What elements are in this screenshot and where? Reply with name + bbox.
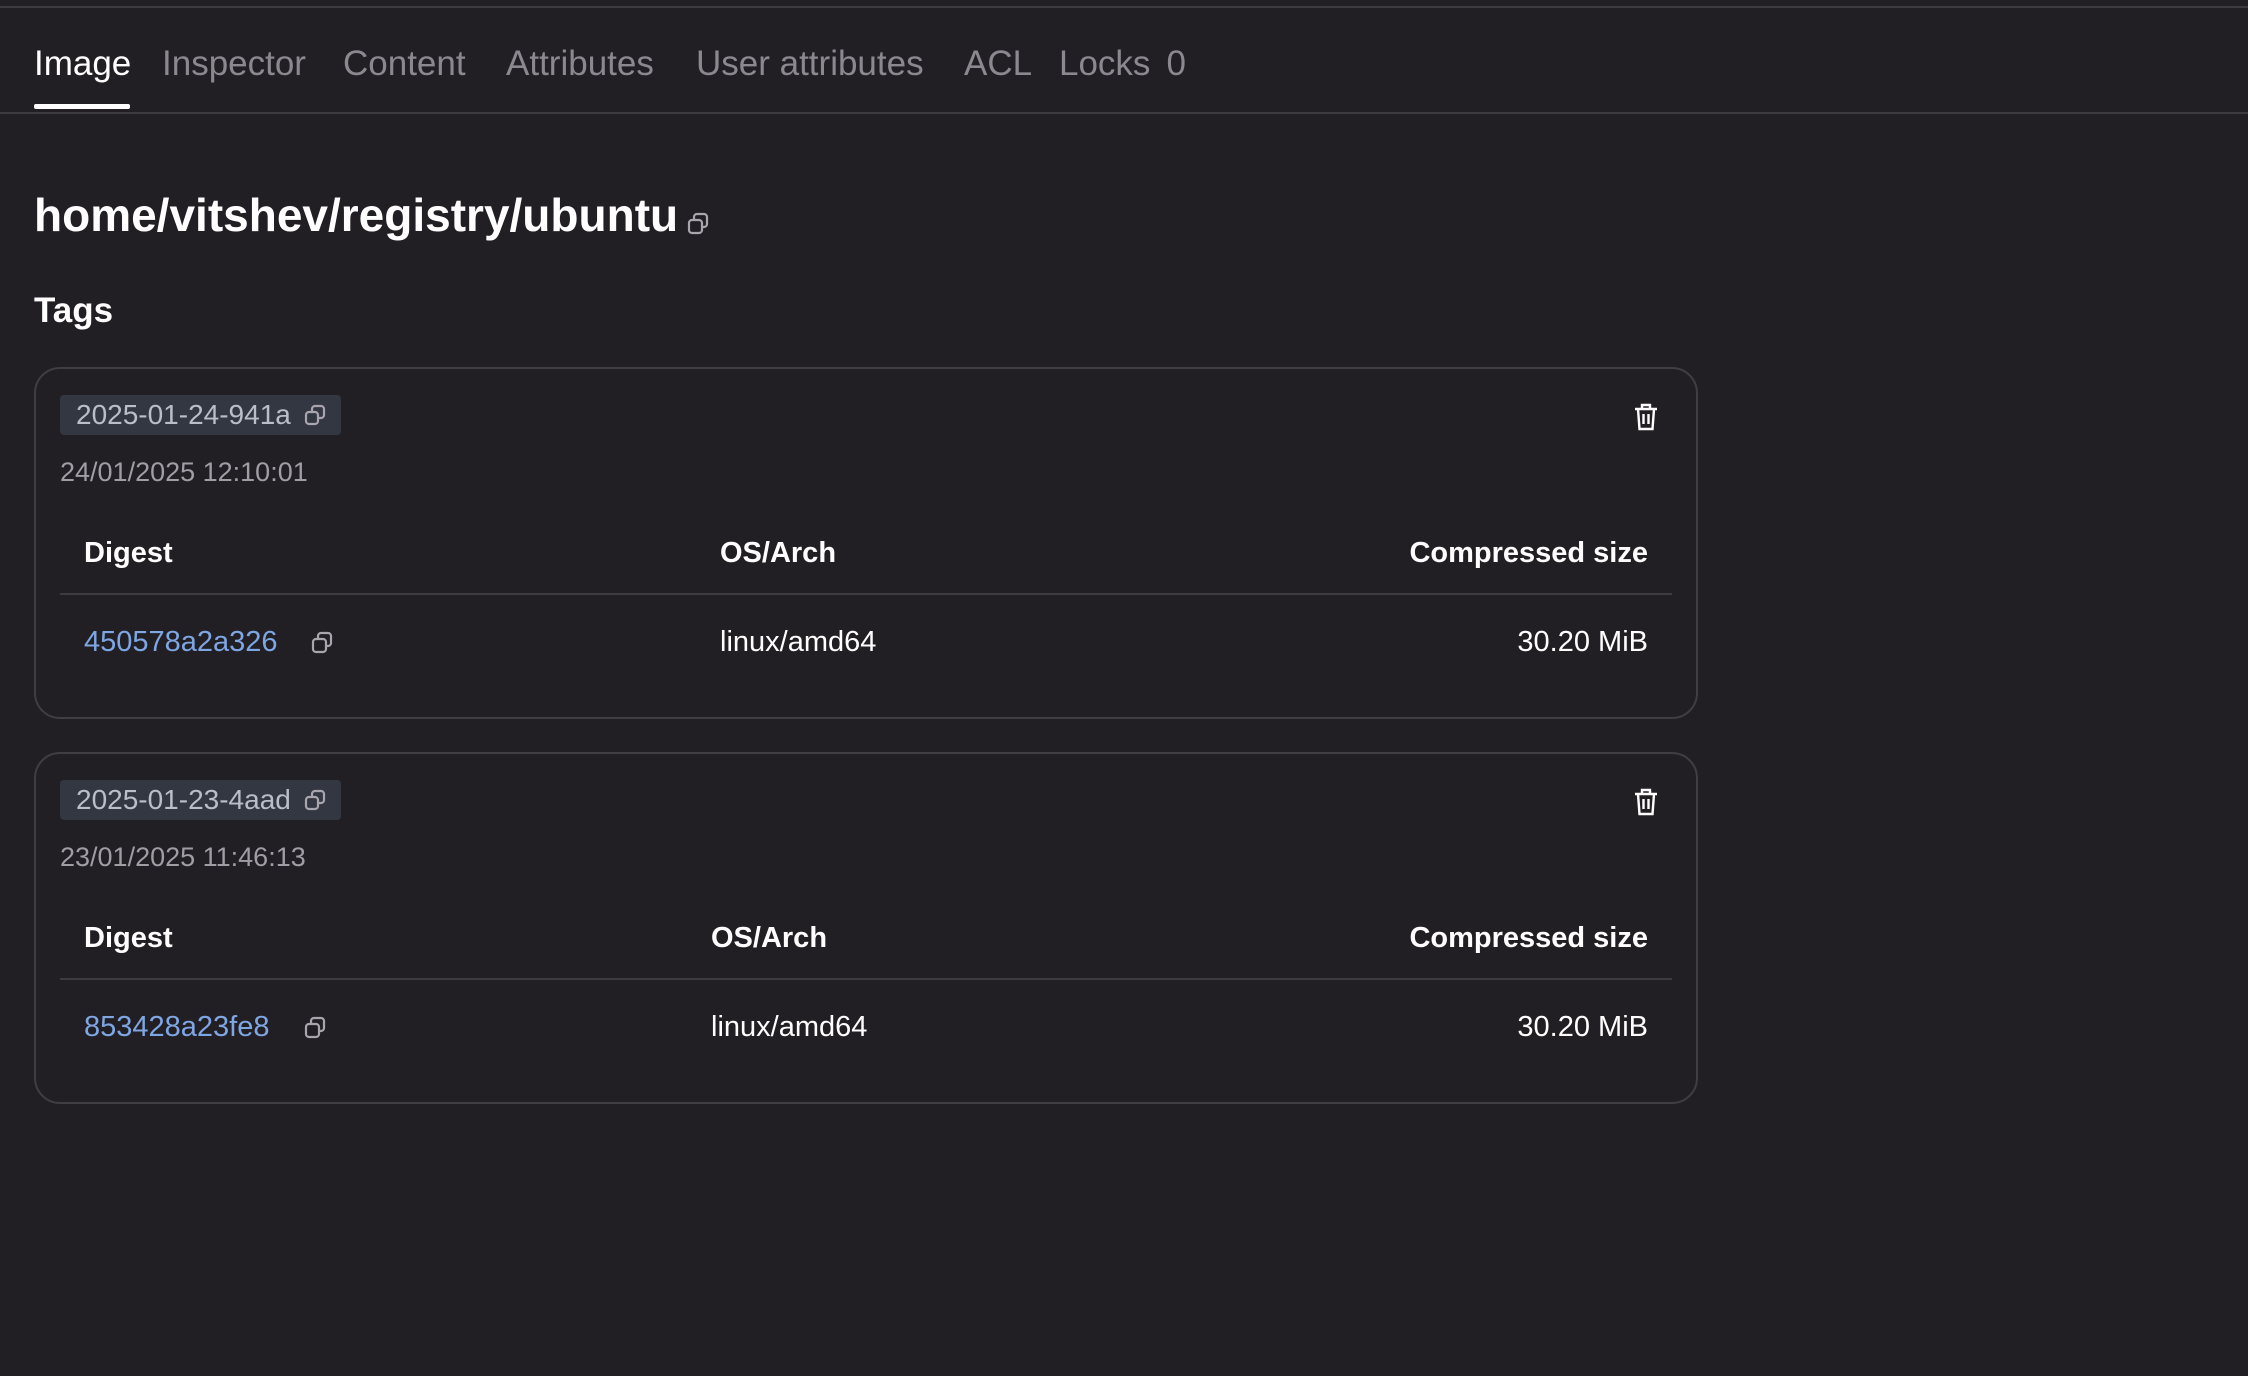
copy-icon[interactable] <box>301 1014 329 1042</box>
tag-chip[interactable]: 2025-01-24-941a <box>60 395 341 435</box>
tag-name: 2025-01-24-941a <box>76 399 291 430</box>
locks-count: 0 <box>1166 44 1186 83</box>
copy-icon[interactable] <box>308 629 336 657</box>
tag-date: 24/01/2025 12:10:01 <box>60 457 308 487</box>
compressed-size-value: 30.20 MiB <box>1517 626 1648 658</box>
tag-date: 23/01/2025 11:46:13 <box>60 842 306 872</box>
column-header-compressed-size: Compressed size <box>1409 537 1648 569</box>
tag-chip[interactable]: 2025-01-23-4aad <box>60 780 341 820</box>
tag-card: 2025-01-23-4aad 23/01/2025 11:46:13 Dige… <box>34 752 1698 1104</box>
column-header-os-arch: OS/Arch <box>720 537 837 569</box>
column-header-compressed-size: Compressed size <box>1409 922 1648 954</box>
trash-icon <box>1635 788 1657 816</box>
section-title-tags: Tags <box>34 291 114 330</box>
top-border <box>0 0 2248 8</box>
delete-tag-button[interactable] <box>1628 399 1664 435</box>
column-header-digest: Digest <box>84 537 173 569</box>
tab-locks[interactable]: Locks 0 <box>1059 46 1186 81</box>
digest-link[interactable]: 853428a23fe8 <box>84 1013 269 1042</box>
tag-name: 2025-01-23-4aad <box>76 784 291 815</box>
column-header-os-arch: OS/Arch <box>711 922 828 954</box>
tab-bar: Image Inspector Content Attributes User … <box>0 8 2248 114</box>
active-tab-indicator <box>34 104 130 109</box>
tab-image[interactable]: Image <box>34 46 131 81</box>
delete-tag-button[interactable] <box>1628 784 1664 820</box>
compressed-size-value: 30.20 MiB <box>1517 1011 1648 1043</box>
os-arch-value: linux/amd64 <box>720 626 877 658</box>
table-divider <box>60 593 1672 595</box>
tab-acl[interactable]: ACL <box>964 46 1032 81</box>
tab-inspector[interactable]: Inspector <box>162 46 306 81</box>
page-title: home/vitshev/registry/ubuntu <box>34 189 679 241</box>
tab-content[interactable]: Content <box>343 46 466 81</box>
os-arch-value: linux/amd64 <box>711 1011 868 1043</box>
copy-icon[interactable] <box>303 403 327 427</box>
tab-locks-label: Locks <box>1059 44 1151 83</box>
tab-attributes[interactable]: Attributes <box>506 46 654 81</box>
tag-card: 2025-01-24-941a 24/01/2025 12:10:01 Dige… <box>34 367 1698 719</box>
copy-icon[interactable] <box>685 211 711 237</box>
copy-icon[interactable] <box>303 788 327 812</box>
digest-link[interactable]: 450578a2a326 <box>84 628 278 657</box>
table-divider <box>60 978 1672 980</box>
trash-icon <box>1635 403 1657 431</box>
tab-user-attributes[interactable]: User attributes <box>696 46 924 81</box>
column-header-digest: Digest <box>84 922 173 954</box>
